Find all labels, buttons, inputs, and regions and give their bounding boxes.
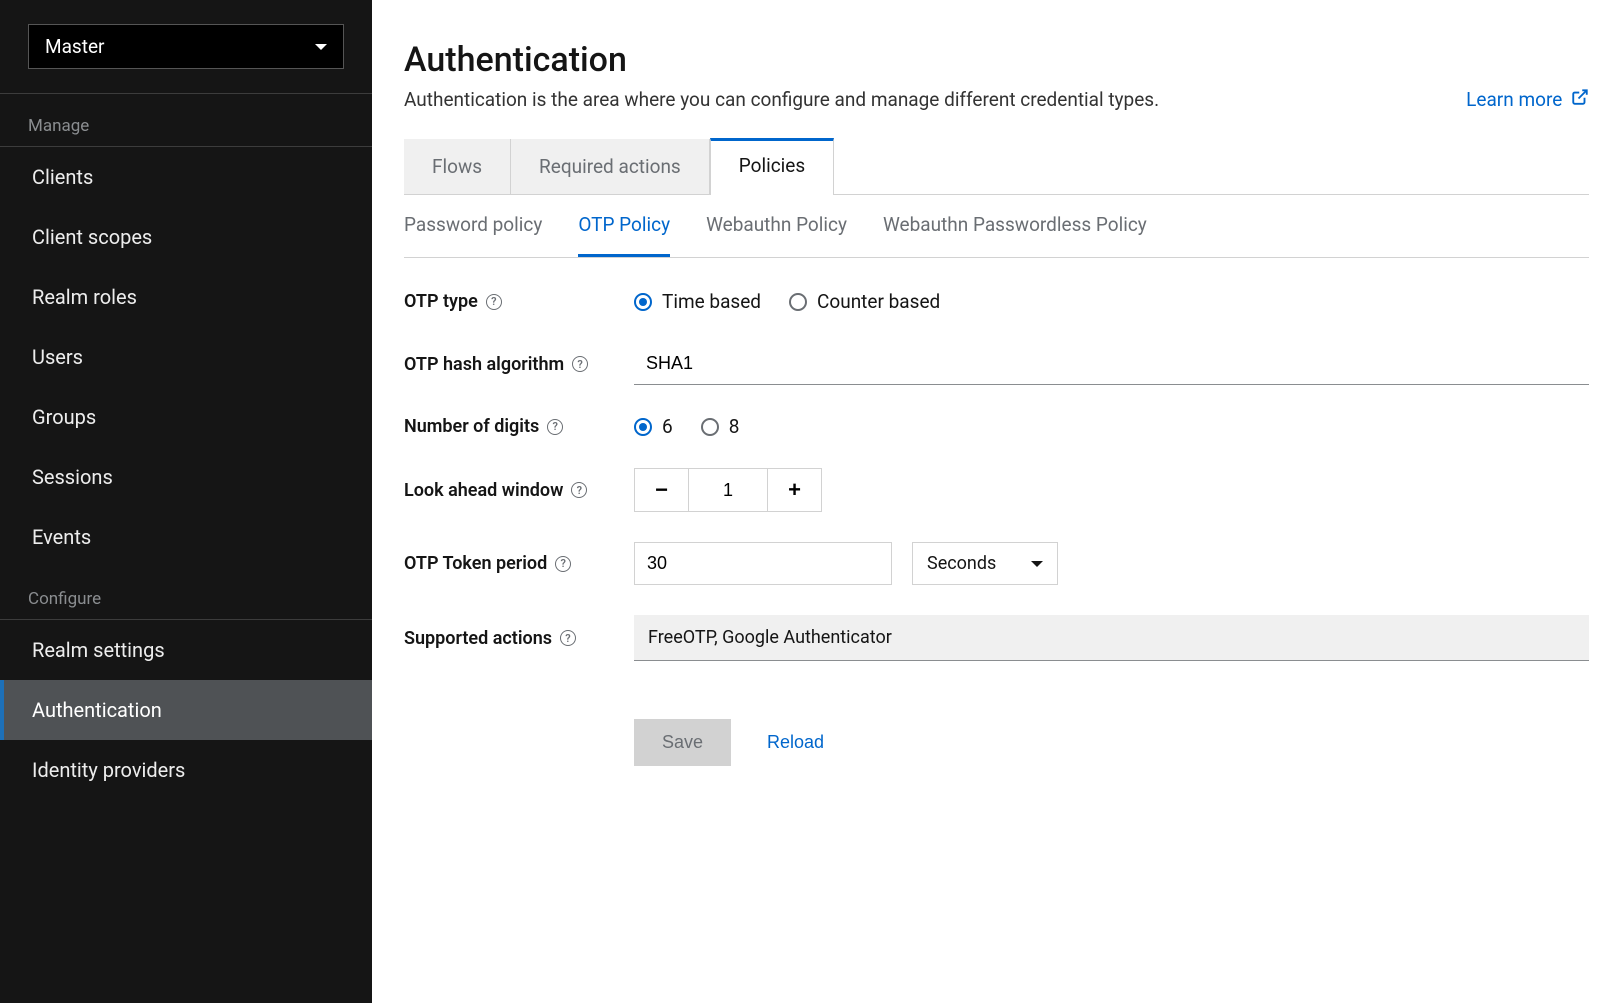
help-icon[interactable]: ? [571,482,587,498]
label-otp-type: OTP type [404,291,478,312]
tab-policies[interactable]: Policies [710,138,834,195]
sidebar-item-realm-roles[interactable]: Realm roles [0,267,372,327]
token-period-unit-select[interactable]: Seconds [912,542,1058,585]
help-icon[interactable]: ? [555,556,571,572]
main-content: Authentication Authentication is the are… [372,0,1621,1003]
subtab-webauthn-passwordless[interactable]: Webauthn Passwordless Policy [883,195,1147,257]
help-icon[interactable]: ? [547,419,563,435]
page-title: Authentication [404,40,1159,80]
radio-digits-6[interactable]: 6 [634,415,673,438]
nav-section-configure: Configure [0,567,372,619]
subtab-webauthn-policy[interactable]: Webauthn Policy [706,195,847,257]
subtab-otp-policy[interactable]: OTP Policy [578,195,670,257]
radio-icon [701,418,719,436]
sidebar-item-sessions[interactable]: Sessions [0,447,372,507]
minus-icon: − [655,477,668,503]
radio-label: Counter based [817,290,940,313]
help-icon[interactable]: ? [560,630,576,646]
sidebar-item-events[interactable]: Events [0,507,372,567]
plus-icon: + [788,477,801,503]
row-hash-algo: OTP hash algorithm ? [404,343,1589,385]
radio-time-based[interactable]: Time based [634,290,761,313]
external-link-icon [1571,88,1589,111]
radio-icon [634,418,652,436]
radio-digits-8[interactable]: 8 [701,415,740,438]
help-icon[interactable]: ? [486,294,502,310]
stepper-minus-button[interactable]: − [635,469,689,511]
look-ahead-input[interactable] [689,469,767,511]
label-supported-actions: Supported actions [404,628,552,649]
label-digits: Number of digits [404,416,539,437]
form-actions: Save Reload [634,719,1589,766]
chevron-down-icon [1031,561,1043,567]
radio-icon [634,293,652,311]
label-hash-algo: OTP hash algorithm [404,354,564,375]
sidebar-item-clients[interactable]: Clients [0,147,372,207]
tabs-primary: Flows Required actions Policies [404,139,1589,195]
token-period-input[interactable] [634,542,892,585]
label-look-ahead: Look ahead window [404,480,563,501]
row-digits: Number of digits ? 6 8 [404,415,1589,438]
sidebar-item-identity-providers[interactable]: Identity providers [0,740,372,800]
tab-flows[interactable]: Flows [404,139,511,194]
stepper-plus-button[interactable]: + [767,469,821,511]
chevron-down-icon [315,44,327,50]
sidebar-item-users[interactable]: Users [0,327,372,387]
sidebar: Master Manage Clients Client scopes Real… [0,0,372,1003]
unit-label: Seconds [927,553,996,574]
sidebar-item-client-scopes[interactable]: Client scopes [0,207,372,267]
sidebar-item-authentication[interactable]: Authentication [0,680,372,740]
page-header: Authentication Authentication is the are… [404,40,1589,111]
radio-label: 6 [662,415,673,438]
help-icon[interactable]: ? [572,356,588,372]
radio-label: 8 [729,415,740,438]
subtab-password-policy[interactable]: Password policy [404,195,542,257]
reload-button[interactable]: Reload [767,732,824,753]
nav-section-manage: Manage [0,94,372,146]
tabs-secondary: Password policy OTP Policy Webauthn Poli… [404,195,1589,258]
radio-icon [789,293,807,311]
tab-required-actions[interactable]: Required actions [511,139,710,194]
realm-selector-label: Master [45,35,104,58]
row-look-ahead: Look ahead window ? − + [404,468,1589,512]
realm-selector[interactable]: Master [28,24,344,69]
hash-algo-select[interactable] [634,343,1589,385]
sidebar-item-realm-settings[interactable]: Realm settings [0,620,372,680]
radio-label: Time based [662,290,761,313]
row-supported-actions: Supported actions ? FreeOTP, Google Auth… [404,615,1589,661]
radio-counter-based[interactable]: Counter based [789,290,940,313]
save-button[interactable]: Save [634,719,731,766]
supported-actions-value: FreeOTP, Google Authenticator [634,615,1589,661]
learn-more-label: Learn more [1466,88,1562,111]
row-otp-type: OTP type ? Time based Counter based [404,290,1589,313]
look-ahead-stepper: − + [634,468,822,512]
learn-more-link[interactable]: Learn more [1466,88,1589,111]
label-token-period: OTP Token period [404,553,547,574]
sidebar-item-groups[interactable]: Groups [0,387,372,447]
row-token-period: OTP Token period ? Seconds [404,542,1589,585]
page-description: Authentication is the area where you can… [404,88,1159,111]
